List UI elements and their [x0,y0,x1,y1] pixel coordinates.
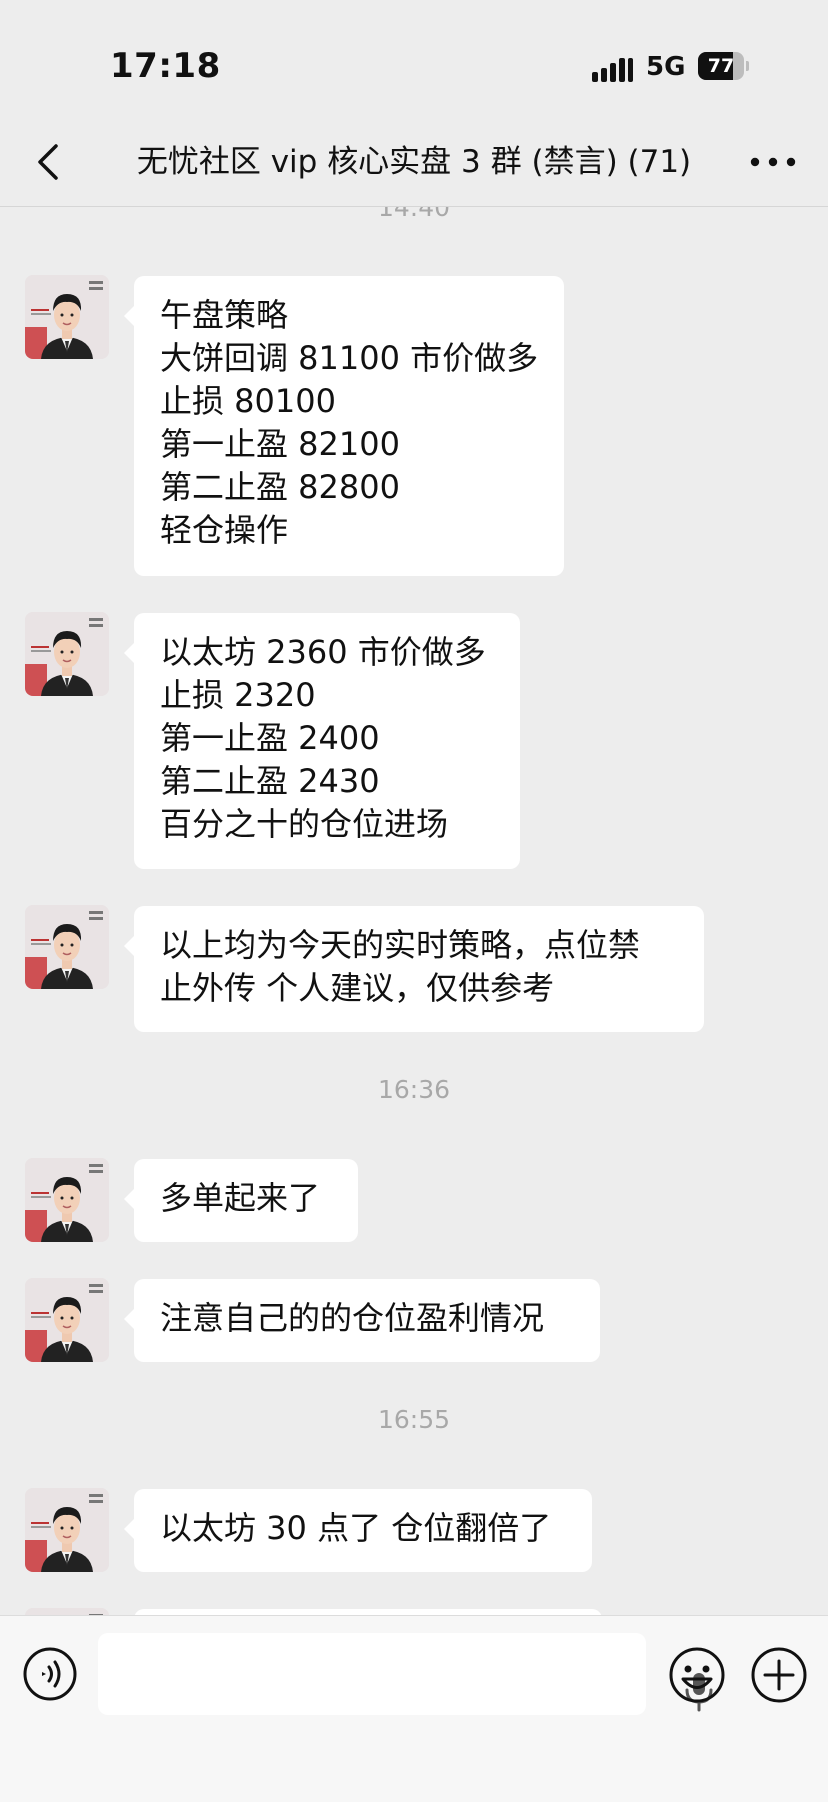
message-line: 注意自己的的仓位盈利情况 [160,1299,545,1337]
message-bubble[interactable]: 午盘策略 大饼回调 81100 市价做多 止损 80100 第一止盈 82100… [124,276,564,576]
message-input[interactable] [98,1633,713,1715]
voice-wave-icon[interactable] [22,1646,78,1702]
message-bubble[interactable]: 以太坊 2360 市价做多 止损 2320 第一止盈 2400 第二止盈 243… [124,613,520,869]
message-bubble[interactable]: 多单起来了 [124,1159,358,1242]
emoji-icon[interactable] [668,1646,726,1704]
timestamp: 14:40 [377,207,451,222]
message-line: 以上均为今天的实时策略，点位禁 [160,926,641,964]
message-line: 第一止盈 82100 [160,425,400,463]
message-line: 百分之十的仓位进场 [160,805,449,843]
message-bubble[interactable]: 以太坊 30 点了 仓位翻倍了 [124,1489,592,1572]
avatar[interactable] [25,1158,109,1242]
timestamp: 16:36 [377,1075,451,1104]
avatar[interactable] [25,1488,109,1572]
message-line: 大饼回调 81100 市价做多 [160,339,539,377]
message-line: 第二止盈 2430 [160,762,380,800]
message-line: 止外传 个人建议，仅供参考 [160,969,555,1007]
message-line: 止损 80100 [160,382,336,420]
chevron-left-icon[interactable] [28,140,72,184]
plus-circle-icon[interactable] [750,1646,808,1704]
message-line: 以太坊 30 点了 仓位翻倍了 [160,1509,552,1547]
message-line: 多单起来了 [160,1179,321,1217]
network-type: 5G [646,52,686,82]
status-bar: 17:18 5G 77 [0,0,828,120]
timestamp: 16:55 [377,1405,451,1434]
signal-icon [592,56,634,82]
avatar[interactable] [25,275,109,359]
message-list[interactable]: 14:40 午盘策略 大饼回调 81100 市价做多 止损 80100 第一止盈… [0,207,828,1615]
battery-level: 77 [707,55,735,77]
message-bubble[interactable]: 以上均为今天的实时策略，点位禁 止外传 个人建议，仅供参考 [124,906,704,1032]
avatar[interactable] [25,1278,109,1362]
input-bar [0,1615,828,1802]
battery-icon: 77 [698,52,749,80]
message-line: 轻仓操作 [160,511,289,549]
avatar[interactable] [25,1608,109,1615]
message-bubble[interactable]: 注意自己的的仓位盈利情况 [124,1279,600,1362]
avatar[interactable] [25,905,109,989]
avatar[interactable] [25,612,109,696]
message-line: 第二止盈 82800 [160,468,400,506]
message-line: 午盘策略 [160,296,289,334]
message-line: 第一止盈 2400 [160,719,380,757]
status-time: 17:18 [110,46,221,86]
message-line: 以太坊 2360 市价做多 [160,633,486,671]
chat-header: 无忧社区 vip 核心实盘 3 群 (禁言) (71) [0,120,828,207]
chat-title: 无忧社区 vip 核心实盘 3 群 (禁言) (71) [136,144,692,180]
message-line: 止损 2320 [160,676,316,714]
more-dots-icon[interactable] [746,140,800,184]
